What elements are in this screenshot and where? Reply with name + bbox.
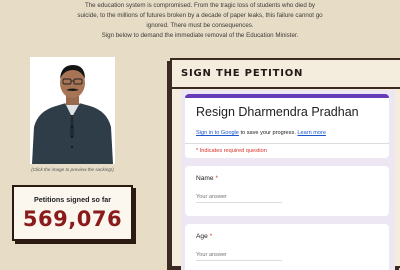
form-header-card: Resign Dharmendra Pradhan Sign in to Goo… xyxy=(185,94,389,158)
signin-prompt: Sign in to Google to save your progress.… xyxy=(196,130,326,136)
petition-heading: SIGN THE PETITION xyxy=(181,68,304,79)
question-label: Age * xyxy=(196,233,212,240)
signature-counter: Petitions signed so far 569,076 xyxy=(12,185,133,241)
required-star: * xyxy=(215,175,219,182)
petition-panel: SIGN THE PETITION Resign Dharmendra Prad… xyxy=(170,58,400,270)
embedded-google-form[interactable]: Resign Dharmendra Pradhan Sign in to Goo… xyxy=(181,90,395,270)
learn-more-link[interactable]: Learn more xyxy=(297,130,326,136)
form-divider xyxy=(185,143,389,144)
heading-divider xyxy=(172,87,400,89)
intro-line: The education system is compromised. Fro… xyxy=(84,2,316,9)
signin-link[interactable]: Sign in to Google xyxy=(196,130,239,136)
question-label: Name * xyxy=(196,175,218,182)
required-star: * xyxy=(209,233,213,240)
intro-line: suicide, to the millions of futures brok… xyxy=(77,12,323,19)
question-age: Age * xyxy=(185,224,389,270)
age-input[interactable] xyxy=(196,250,282,261)
form-title: Resign Dharmendra Pradhan xyxy=(196,105,359,119)
question-name-label: Name xyxy=(196,175,214,182)
question-name: Name * xyxy=(185,166,389,216)
intro-text: The education system is compromised. Fro… xyxy=(0,1,400,41)
intro-line: Sign below to demand the immediate remov… xyxy=(101,32,299,39)
minister-photo xyxy=(30,57,115,164)
question-age-label: Age xyxy=(196,233,208,240)
counter-label: Petitions signed so far xyxy=(33,195,112,204)
portrait-caption: (Click the image to preview the sacking!… xyxy=(31,167,114,172)
minister-portrait[interactable] xyxy=(30,57,115,164)
name-input[interactable] xyxy=(196,192,282,203)
signin-text: to save your progress. xyxy=(238,130,298,136)
intro-line: ignored. There must be consequences. xyxy=(146,22,254,29)
required-note: * Indicates required question xyxy=(196,148,267,154)
counter-value: 569,076 xyxy=(22,207,123,231)
